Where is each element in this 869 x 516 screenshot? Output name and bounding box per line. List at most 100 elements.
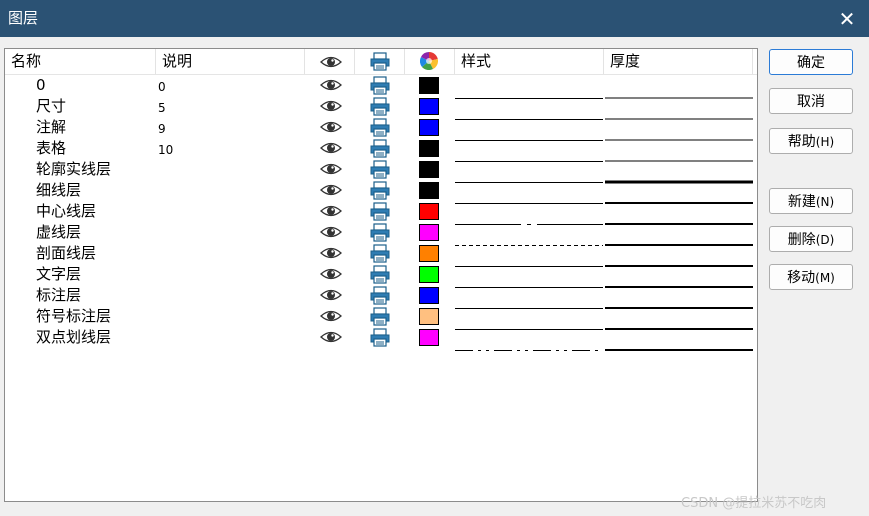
line-style-sample[interactable] [455,106,603,120]
eye-icon[interactable] [320,203,342,219]
column-header-thickness[interactable]: 厚度 [604,49,753,74]
layer-color-swatch[interactable] [419,77,439,94]
layer-color-swatch[interactable] [419,203,439,220]
layer-name: 虚线层 [36,223,82,241]
line-style-sample[interactable] [455,295,603,309]
printer-icon[interactable] [370,307,390,326]
layer-color-swatch[interactable] [419,266,439,283]
layer-row[interactable]: 双点划线层 [5,327,757,351]
line-style-sample[interactable] [455,253,603,267]
close-icon[interactable]: ✕ [834,6,860,32]
printer-icon[interactable] [370,244,390,263]
layer-row[interactable]: 细线层 [5,180,757,204]
eye-icon[interactable] [320,182,342,198]
layer-row[interactable]: 注解 9 [5,117,757,141]
help-button[interactable]: 帮助(H) [769,128,853,154]
layer-color-swatch[interactable] [419,140,439,157]
layer-row[interactable]: 标注层 [5,285,757,309]
line-style-sample[interactable] [455,169,603,183]
layer-name: 表格 [36,139,67,157]
delete-layer-button[interactable]: 删除(D) [769,226,853,252]
ok-label: 确定 [797,55,825,71]
cancel-button[interactable]: 取消 [769,88,853,114]
printer-icon[interactable] [370,286,390,305]
line-style-sample[interactable] [455,274,603,288]
layer-row[interactable]: 虚线层 [5,222,757,246]
layer-row[interactable]: 剖面线层 [5,243,757,267]
line-style-sample[interactable] [455,211,603,225]
layer-color-swatch[interactable] [419,224,439,241]
eye-icon[interactable] [320,98,342,114]
eye-icon[interactable] [320,224,342,240]
layer-name: 标注层 [36,286,82,304]
line-style-sample[interactable] [455,190,603,204]
layer-color-swatch[interactable] [419,329,439,346]
delete-shortcut: (D) [815,233,835,247]
eye-icon[interactable] [320,287,342,303]
move-shortcut: (M) [815,271,835,285]
layer-row[interactable]: 中心线层 [5,201,757,225]
line-style-sample[interactable] [455,127,603,141]
layer-row[interactable]: 文字层 [5,264,757,288]
printer-icon[interactable] [370,76,390,95]
column-thickness-label: 厚度 [610,52,641,70]
eye-icon[interactable] [320,140,342,156]
column-style-label: 样式 [461,52,492,70]
layer-color-swatch[interactable] [419,98,439,115]
eye-icon[interactable] [320,266,342,282]
line-style-sample[interactable] [455,316,603,330]
layer-color-swatch[interactable] [419,182,439,199]
layer-name: 细线层 [36,181,82,199]
printer-icon [370,52,390,71]
printer-icon[interactable] [370,97,390,116]
layer-row[interactable]: 符号标注层 [5,306,757,330]
eye-icon[interactable] [320,245,342,261]
column-header-visible[interactable] [305,49,355,74]
eye-icon[interactable] [320,77,342,93]
printer-icon[interactable] [370,328,390,347]
line-style-sample[interactable] [455,337,603,351]
column-header-print[interactable] [355,49,405,74]
line-style-sample[interactable] [455,148,603,162]
printer-icon[interactable] [370,160,390,179]
printer-icon[interactable] [370,223,390,242]
printer-icon[interactable] [370,265,390,284]
layer-color-swatch[interactable] [419,308,439,325]
layer-row[interactable]: 00 [5,75,757,99]
column-header-style[interactable]: 样式 [455,49,604,74]
layer-list[interactable]: 名称 说明 样式 厚度 0 0 尺寸 5 注解 9 表格 10 轮廓实线层 细线… [4,48,758,502]
layer-color-swatch[interactable] [419,119,439,136]
eye-icon[interactable] [320,308,342,324]
layer-color-swatch[interactable] [419,245,439,262]
layer-color-swatch[interactable] [419,161,439,178]
watermark: CSDN @提拉米苏不吃肉 [681,496,827,511]
list-header: 名称 说明 样式 厚度 [5,49,757,75]
layer-name: 0 [36,76,46,94]
layer-name: 文字层 [36,265,82,283]
eye-icon[interactable] [320,119,342,135]
move-layer-button[interactable]: 移动(M) [769,264,853,290]
eye-icon [320,56,342,68]
layer-row[interactable]: 轮廓实线层 [5,159,757,184]
column-header-description[interactable]: 说明 [156,49,305,74]
eye-icon[interactable] [320,329,342,345]
column-header-color[interactable] [405,49,455,74]
layer-row[interactable]: 表格 10 [5,138,757,162]
printer-icon[interactable] [370,118,390,137]
new-label: 新建 [787,194,816,210]
layer-description: 0 [158,80,166,94]
line-thickness-sample[interactable] [605,337,753,356]
column-header-name[interactable]: 名称 [5,49,156,74]
eye-icon[interactable] [320,161,342,177]
new-shortcut: (N) [815,195,835,209]
layer-row[interactable]: 尺寸 5 [5,96,757,120]
layer-color-swatch[interactable] [419,287,439,304]
printer-icon[interactable] [370,139,390,158]
line-style-sample[interactable] [455,232,603,246]
new-layer-button[interactable]: 新建(N) [769,188,853,214]
printer-icon[interactable] [370,181,390,200]
printer-icon[interactable] [370,202,390,221]
ok-button[interactable]: 确定 [769,49,853,75]
line-style-sample[interactable] [455,85,603,99]
layer-description: 9 [158,122,166,136]
